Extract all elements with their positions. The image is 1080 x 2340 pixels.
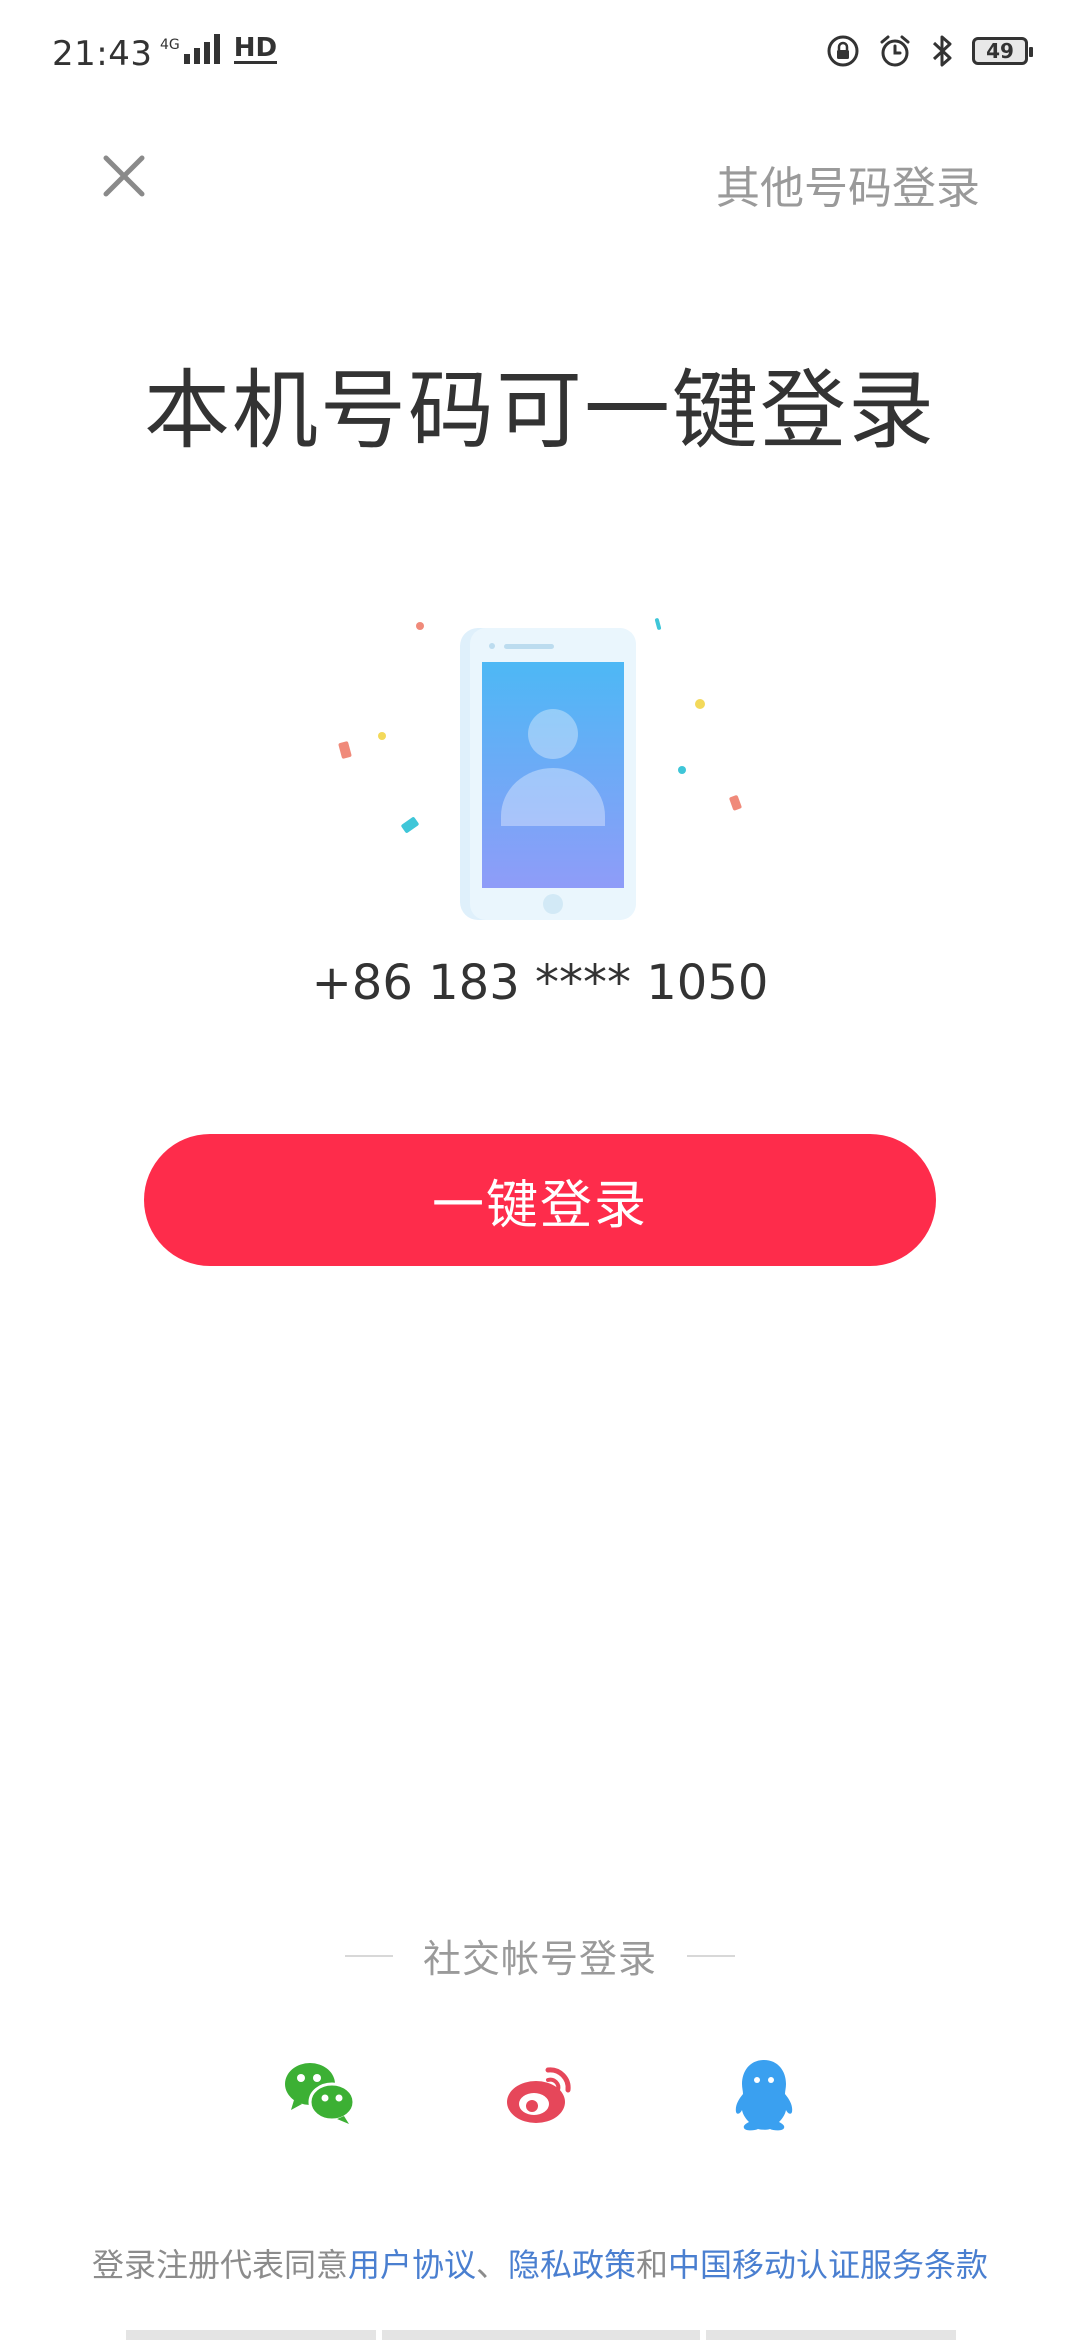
social-login-row — [0, 2056, 1080, 2132]
social-login-label: 社交帐号登录 — [422, 1937, 657, 1981]
confetti-dot — [416, 622, 424, 630]
signal-icon — [183, 34, 220, 64]
page-title: 本机号码可一键登录 — [144, 361, 936, 461]
agreement-conjunction: 和 — [636, 2246, 669, 2284]
battery-icon: 49 — [972, 37, 1033, 65]
bluetooth-icon — [932, 35, 952, 67]
status-icons: 49 — [826, 34, 1033, 68]
rotation-lock-icon — [827, 35, 859, 67]
network-type: 4G — [160, 37, 180, 53]
close-icon — [103, 155, 145, 197]
close-button[interactable] — [96, 148, 152, 204]
battery-level: 49 — [986, 39, 1014, 63]
confetti-dot — [678, 766, 686, 774]
status-time: 21:43 — [52, 34, 153, 74]
bottom-tab — [706, 2330, 956, 2340]
divider-line-right — [687, 1954, 735, 1957]
agreement-separator: 、 — [475, 2246, 508, 2284]
weibo-icon — [507, 2067, 571, 2123]
confetti-piece — [338, 741, 352, 759]
confetti-piece — [729, 795, 742, 811]
bottom-tab — [126, 2330, 376, 2340]
wechat-icon — [285, 2063, 356, 2124]
qq-login-button[interactable] — [728, 2056, 800, 2132]
network-indicator: 4G HD — [160, 33, 278, 64]
status-bar: 21:43 4G HD 49 — [0, 0, 1080, 110]
hd-badge: HD — [233, 33, 278, 64]
weibo-login-button[interactable] — [504, 2056, 576, 2132]
agreement-text: 登录注册代表同意用户协议、隐私政策和中国移动认证服务条款 — [0, 2240, 1080, 2286]
qq-icon — [735, 2060, 793, 2131]
alarm-icon — [880, 35, 910, 67]
one-click-login-button[interactable]: 一键登录 — [144, 1134, 936, 1266]
phone-illustration — [338, 618, 742, 920]
social-login-divider: 社交帐号登录 — [0, 1928, 1080, 1983]
wechat-login-button[interactable] — [284, 2056, 356, 2132]
bottom-tab — [382, 2330, 700, 2340]
confetti-dot — [378, 732, 386, 740]
confetti-dot — [695, 699, 705, 709]
bottom-tab-bar — [0, 2330, 1080, 2340]
user-agreement-link[interactable]: 用户协议 — [348, 2246, 476, 2284]
masked-phone-number: +86 183 **** 1050 — [311, 955, 769, 1011]
other-number-login-link[interactable]: 其他号码登录 — [716, 152, 980, 216]
privacy-policy-link[interactable]: 隐私政策 — [508, 2246, 636, 2284]
cmcc-terms-link[interactable]: 中国移动认证服务条款 — [668, 2246, 988, 2284]
agreement-prefix: 登录注册代表同意 — [91, 2246, 348, 2284]
confetti-piece — [401, 817, 419, 833]
confetti-piece — [654, 618, 662, 630]
divider-line-left — [344, 1954, 393, 1957]
